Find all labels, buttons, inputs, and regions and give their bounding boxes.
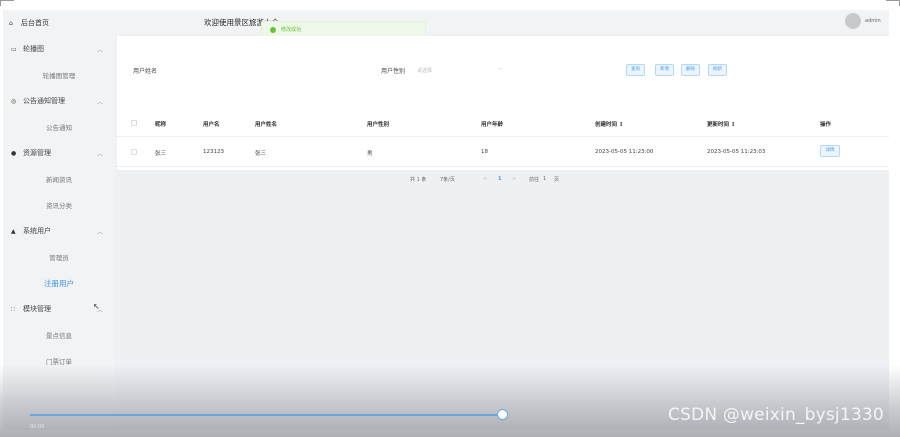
pagination-goto-label: 前往 [529, 177, 540, 183]
column-header-sortable[interactable]: 更新时间 ↕ [707, 120, 736, 128]
success-icon [270, 26, 276, 33]
sidebar-item-label: 公告通知 [46, 124, 72, 132]
home-icon: ⌂ [9, 19, 13, 27]
sidebar-group-label: 资源管理 [23, 149, 51, 157]
sidebar-item-label: 资讯分类 [46, 202, 72, 210]
sidebar-item-label: 管理员 [49, 254, 69, 262]
cell-gender: 男 [367, 151, 373, 157]
cell-username: 123123 [203, 149, 224, 155]
location-icon: ● [11, 149, 17, 157]
chevron-down-icon: ﹀ [498, 68, 504, 74]
name-search-label: 用户姓名 [133, 68, 158, 75]
sidebar-item-registered-users[interactable]: 注册用户 [3, 270, 115, 296]
column-header-sortable[interactable]: 创建时间 ↕ [595, 120, 624, 128]
sidebar-item-label: 后台首页 [21, 19, 49, 27]
column-header: 操作 [820, 122, 832, 128]
user-icon: ▲ [11, 227, 16, 235]
cell-nickname: 张三 [155, 151, 167, 157]
detail-button[interactable]: 详情 [820, 145, 840, 157]
sidebar-item-admins[interactable]: 管理员 [3, 244, 115, 270]
chevron-up-icon: ︿ [96, 46, 103, 54]
sidebar-item-home[interactable]: ⌂ 后台首页 [3, 10, 115, 36]
pagination-page-unit: 页 [554, 177, 560, 183]
pagination-next[interactable]: > [512, 176, 516, 182]
search-button[interactable]: 查询 [626, 64, 645, 76]
chevron-up-icon: ︿ [96, 228, 103, 236]
content-card: 用户姓名 用户性别 请选择 ﹀ 查询 新增 删除 刷新 昵称 用户名 用户姓名 … [117, 36, 889, 183]
row-checkbox[interactable] [131, 149, 137, 155]
sidebar-group-resources[interactable]: ● 资源管理 ︿ [3, 140, 115, 166]
sidebar-item-label: 注册用户 [44, 278, 74, 288]
pagination-goto-input[interactable]: 1 [543, 176, 546, 182]
sidebar-item-label: 景点信息 [46, 332, 72, 340]
image-icon: ▭ [11, 45, 17, 53]
sidebar-group-label: 轮播图 [23, 45, 44, 53]
sidebar-group-label: 模块管理 [23, 305, 51, 313]
column-header: 用户性别 [367, 122, 390, 128]
column-header: 用户年龄 [481, 122, 504, 128]
sidebar-item-notice[interactable]: 公告通知 [3, 114, 115, 140]
select-all-checkbox[interactable] [131, 120, 137, 126]
screen-frame: ⌂ 后台首页 ▭ 轮播图 ︿ 轮播图管理 ◎ 公告通知管理 ︿ 公告通知 ● 资… [0, 0, 900, 437]
progress-track[interactable] [30, 414, 500, 416]
sidebar-group-label: 系统用户 [23, 227, 51, 235]
chevron-up-icon: ︿ [96, 150, 103, 158]
chevron-up-icon: ︿ [96, 98, 103, 106]
pagination-page-size[interactable]: 7条/页 [440, 176, 455, 183]
sidebar-group-carousel[interactable]: ▭ 轮播图 ︿ [3, 36, 115, 62]
pagination-current-page[interactable]: 1 [498, 176, 501, 182]
pagination-prev[interactable]: < [483, 176, 487, 182]
mouse-cursor-icon: ↖ [93, 302, 100, 311]
sidebar-item-label: 新闻资讯 [46, 176, 72, 184]
sidebar-item-label: 轮播图管理 [42, 72, 76, 80]
sidebar-item-scenic-info[interactable]: 景点信息 [3, 322, 115, 348]
column-header: 用户姓名 [255, 122, 278, 128]
sidebar-group-label: 公告通知管理 [23, 97, 65, 105]
refresh-button[interactable]: 刷新 [708, 64, 727, 76]
sidebar-item-news-category[interactable]: 资讯分类 [3, 192, 115, 218]
column-header: 昵称 [155, 122, 167, 128]
delete-button[interactable]: 删除 [681, 64, 700, 76]
divider [117, 136, 889, 137]
avatar[interactable] [845, 13, 861, 29]
time-label: 00:00 [30, 424, 45, 430]
progress-thumb[interactable] [497, 409, 508, 420]
cell-realname: 张三 [255, 151, 267, 157]
grid-icon: ∷ [11, 305, 15, 313]
cell-created: 2023-05-05 11:23:00 [595, 149, 654, 155]
clock-icon: ◎ [11, 97, 17, 105]
frame-corner [886, 0, 900, 6]
cell-updated: 2023-05-05 11:23:03 [707, 149, 766, 155]
pagination-total: 共 1 条 [410, 177, 427, 183]
top-header: 欢迎使用景区旅游大全 admin [115, 10, 889, 34]
user-name[interactable]: admin [865, 18, 881, 24]
add-button[interactable]: 新增 [655, 64, 674, 76]
sidebar-group-system-users[interactable]: ▲ 系统用户 ︿ [3, 218, 115, 244]
divider [117, 166, 889, 167]
cell-age: 18 [481, 149, 488, 155]
player-overlay [0, 365, 900, 437]
watermark: CSDN @weixin_bysj1330 [668, 405, 884, 425]
gender-select[interactable]: 请选择 [417, 67, 432, 74]
sidebar-group-notice[interactable]: ◎ 公告通知管理 ︿ [3, 88, 115, 114]
gender-search-label: 用户性别 [381, 68, 406, 75]
sidebar-item-carousel-manage[interactable]: 轮播图管理 [3, 62, 115, 88]
sidebar-item-news[interactable]: 新闻资讯 [3, 166, 115, 192]
frame-corner [0, 0, 14, 6]
column-header: 用户名 [203, 122, 220, 128]
toast-message: 修改成功 [281, 27, 302, 33]
